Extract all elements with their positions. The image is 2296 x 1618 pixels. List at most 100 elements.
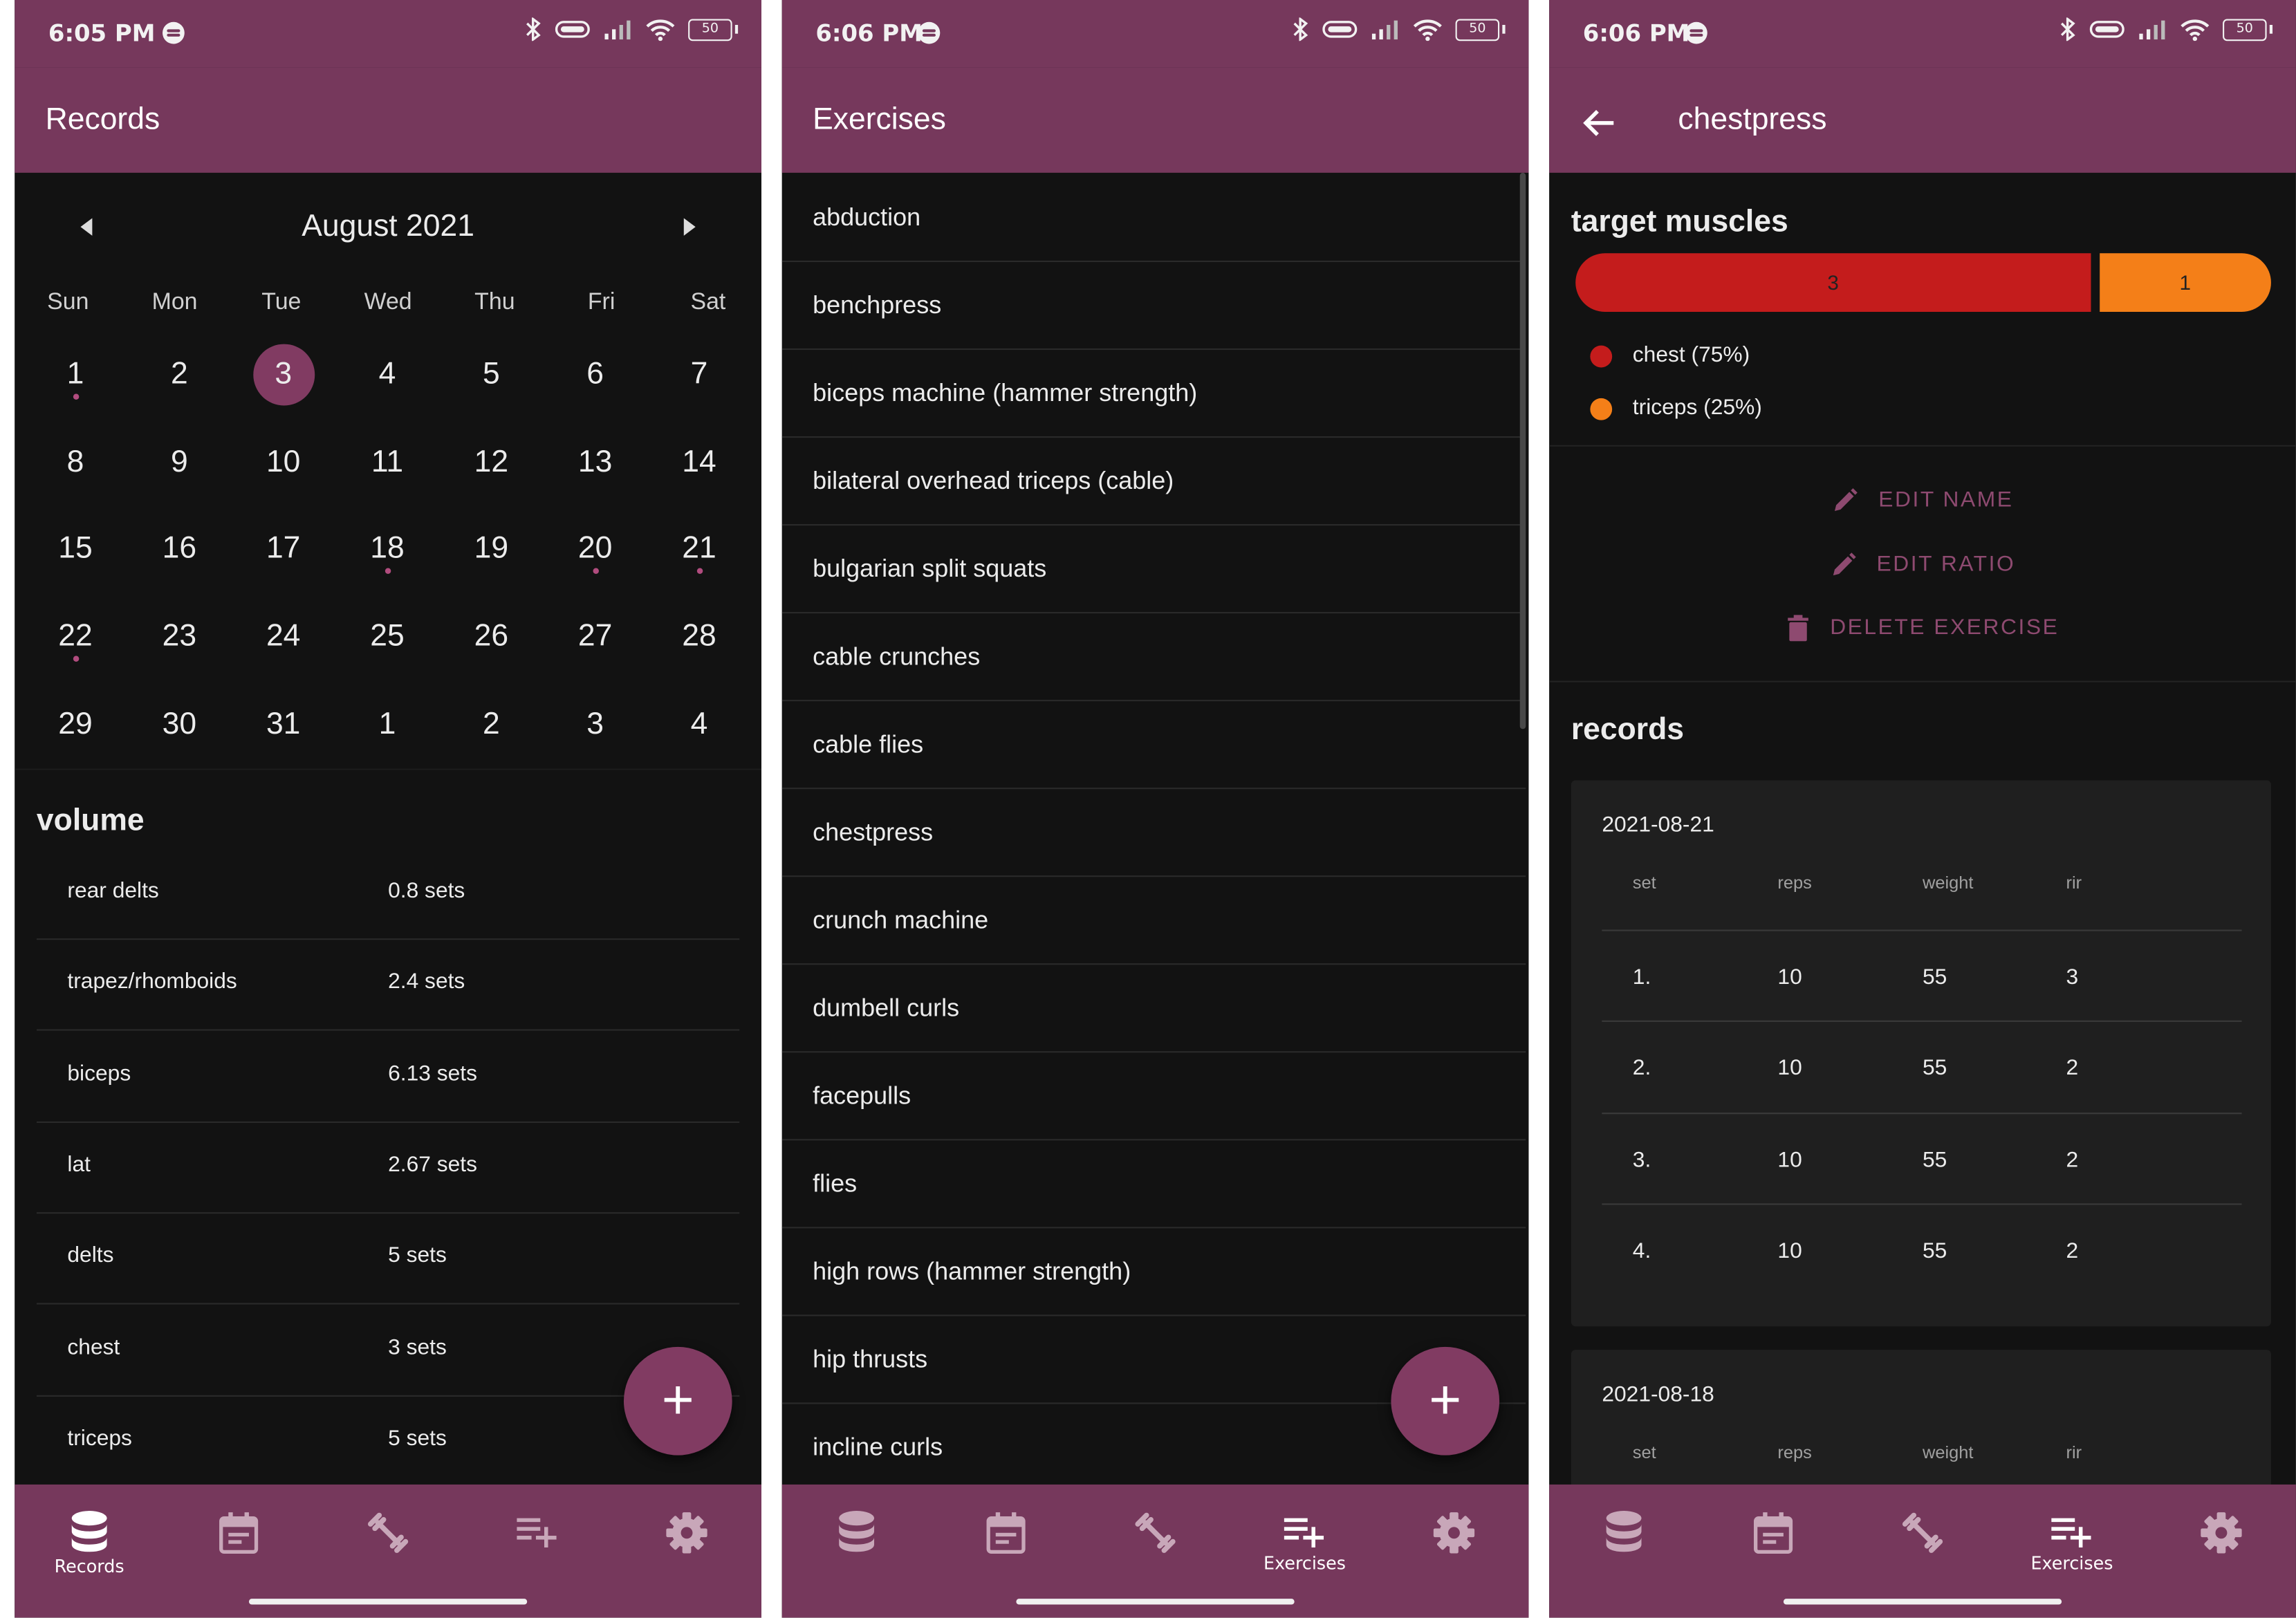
nav-exercises[interactable] xyxy=(494,1511,582,1549)
exercise-list-item[interactable]: crunch machine xyxy=(781,875,1526,965)
calendar-day[interactable]: 16 xyxy=(127,514,231,585)
nav-records[interactable]: Records xyxy=(46,1511,133,1577)
nav-workout[interactable] xyxy=(1878,1511,1966,1555)
calendar-day[interactable]: 7 xyxy=(647,340,751,410)
calendar-day[interactable]: 22 xyxy=(24,602,127,672)
calendar-day[interactable]: 23 xyxy=(127,602,231,672)
nav-settings[interactable] xyxy=(1410,1511,1498,1555)
edit-ratio-label: EDIT RATIO xyxy=(1876,552,2016,577)
edit-name-button[interactable]: EDIT NAME xyxy=(1549,487,2296,514)
exercise-list-item[interactable]: facepulls xyxy=(781,1051,1526,1141)
nav-calendar[interactable] xyxy=(195,1511,283,1555)
day-number: 17 xyxy=(266,532,301,566)
database-icon xyxy=(1606,1511,1642,1552)
calendar-day[interactable]: 14 xyxy=(647,427,751,498)
nav-label: Records xyxy=(54,1556,124,1577)
calendar-day[interactable]: 6 xyxy=(544,340,647,410)
exercise-list-item[interactable]: high rows (hammer strength) xyxy=(781,1227,1526,1317)
signal-icon xyxy=(1371,20,1398,40)
nav-calendar[interactable] xyxy=(962,1511,1050,1555)
weekday-label: Mon xyxy=(151,290,198,315)
status-bar: 6:06 PM 50 xyxy=(1549,0,2296,68)
nav-settings[interactable] xyxy=(2177,1511,2265,1555)
delete-exercise-button[interactable]: DELETE EXERCISE xyxy=(1549,615,2296,642)
dumbbell-icon xyxy=(1902,1512,1943,1553)
nav-records[interactable] xyxy=(813,1511,900,1552)
calendar-day[interactable]: 10 xyxy=(232,427,335,498)
calendar-day[interactable]: 5 xyxy=(439,340,543,410)
day-number: 1 xyxy=(378,707,396,741)
column-header: weight xyxy=(1923,872,1974,893)
calendar-day[interactable]: 29 xyxy=(24,689,127,760)
record-cell: 55 xyxy=(1923,1147,1947,1173)
calendar-day[interactable]: 13 xyxy=(544,427,647,498)
row-divider xyxy=(1602,1112,2242,1114)
next-month-icon[interactable] xyxy=(683,218,696,236)
calendar-day[interactable]: 9 xyxy=(127,427,231,498)
nav-calendar[interactable] xyxy=(1730,1511,1817,1555)
column-header: rir xyxy=(2066,1442,2082,1463)
home-indicator[interactable] xyxy=(1783,1599,2062,1605)
exercise-list-item[interactable]: bilateral overhead triceps (cable) xyxy=(781,436,1526,526)
exercise-list-item[interactable]: flies xyxy=(781,1139,1526,1229)
exercise-list-item[interactable]: chestpress xyxy=(781,788,1526,877)
calendar-day[interactable]: 3 xyxy=(544,689,647,760)
add-record-button[interactable]: + xyxy=(623,1346,732,1456)
exercise-list-item[interactable]: bulgarian split squats xyxy=(781,524,1526,614)
exercise-name: chestpress xyxy=(813,818,934,846)
nav-exercises[interactable]: Exercises xyxy=(2028,1511,2116,1574)
exercise-list-item[interactable]: abduction xyxy=(781,173,1526,262)
edit-ratio-button[interactable]: EDIT RATIO xyxy=(1549,552,2296,578)
calendar-day[interactable]: 24 xyxy=(232,602,335,672)
add-exercise-button[interactable]: + xyxy=(1391,1346,1500,1456)
calendar-day[interactable]: 27 xyxy=(544,602,647,672)
calendar-day[interactable]: 2 xyxy=(439,689,543,760)
calendar-day[interactable]: 21 xyxy=(647,514,751,585)
set-count: 0.8 sets xyxy=(388,878,465,904)
calendar-day[interactable]: 19 xyxy=(439,514,543,585)
scrollbar[interactable] xyxy=(1519,172,1526,729)
calendar-day[interactable]: 18 xyxy=(335,514,439,585)
settings-icon xyxy=(666,1512,707,1554)
calendar-day[interactable]: 4 xyxy=(647,689,751,760)
calendar-day[interactable]: 25 xyxy=(335,602,439,672)
home-indicator[interactable] xyxy=(1016,1599,1295,1605)
exercise-list-item[interactable]: cable crunches xyxy=(781,612,1526,702)
calendar-day[interactable]: 8 xyxy=(24,427,127,498)
calendar-day[interactable]: 4 xyxy=(335,340,439,410)
calendar-month: August 2021 xyxy=(302,209,474,243)
session-date: 2021-08-21 xyxy=(1602,812,1714,838)
exercise-list-item[interactable]: dumbell curls xyxy=(781,963,1526,1053)
exercise-name: incline curls xyxy=(813,1433,943,1462)
nav-workout[interactable] xyxy=(1111,1511,1199,1555)
calendar-day[interactable]: 30 xyxy=(127,689,231,760)
day-number: 2 xyxy=(170,357,188,391)
back-arrow-icon[interactable] xyxy=(1582,109,1617,138)
calendar-day[interactable]: 26 xyxy=(439,602,543,672)
calendar-day[interactable]: 1 xyxy=(24,340,127,410)
calendar-day[interactable]: 1 xyxy=(335,689,439,760)
nav-exercises[interactable]: Exercises xyxy=(1261,1511,1349,1574)
calendar-day[interactable]: 12 xyxy=(439,427,543,498)
nav-workout[interactable] xyxy=(344,1511,432,1555)
day-number: 5 xyxy=(482,357,500,391)
legend-dot xyxy=(1590,398,1613,420)
exercise-list-item[interactable]: benchpress xyxy=(781,261,1526,351)
bottom-navigation: Records xyxy=(15,1484,761,1618)
exercise-list-item[interactable]: cable flies xyxy=(781,700,1526,790)
day-number: 26 xyxy=(474,619,509,653)
home-indicator[interactable] xyxy=(248,1599,528,1605)
calendar-day[interactable]: 28 xyxy=(647,602,751,672)
nav-settings[interactable] xyxy=(642,1511,730,1555)
nav-records[interactable] xyxy=(1580,1511,1668,1552)
calendar-day[interactable]: 31 xyxy=(232,689,335,760)
calendar-day[interactable]: 20 xyxy=(544,514,647,585)
record-cell: 3 xyxy=(2066,965,2079,990)
exercise-list-item[interactable]: biceps machine (hammer strength) xyxy=(781,348,1526,438)
weekday-label: Wed xyxy=(364,290,412,315)
calendar-day[interactable]: 2 xyxy=(127,340,231,410)
calendar-day[interactable]: 17 xyxy=(232,514,335,585)
calendar-day[interactable]: 3 xyxy=(232,340,335,410)
calendar-day[interactable]: 11 xyxy=(335,427,439,498)
calendar-day[interactable]: 15 xyxy=(24,514,127,585)
